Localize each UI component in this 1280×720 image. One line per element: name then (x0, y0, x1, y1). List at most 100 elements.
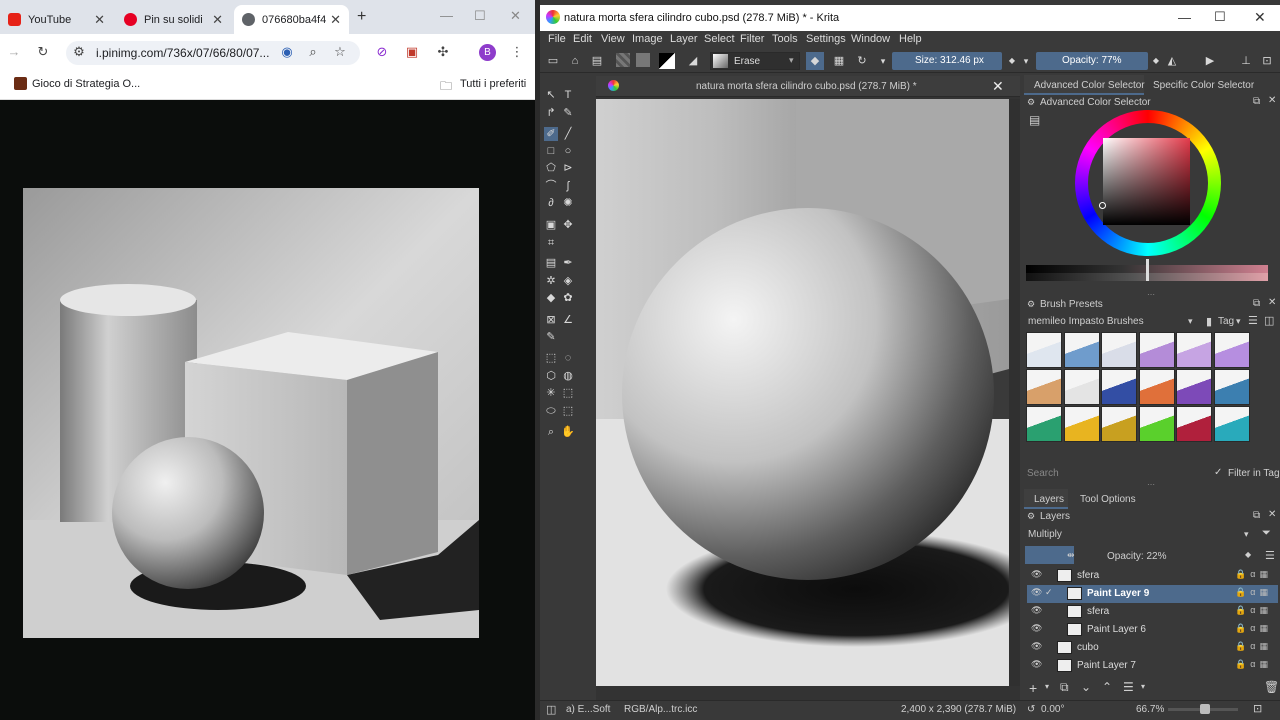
close-dock-icon[interactable]: ✕ (1268, 297, 1276, 308)
tab-tool-options[interactable]: Tool Options (1072, 489, 1146, 509)
save-icon[interactable]: ▤ (590, 54, 604, 68)
tab-pinterest[interactable]: Pin su solidi ✕ (116, 5, 231, 34)
visibility-eye-icon[interactable]: 👁 (1031, 605, 1042, 616)
rotation-icon[interactable]: ↺ (1027, 704, 1035, 715)
open-document-icon[interactable]: ⌂ (568, 54, 582, 68)
layer-row[interactable]: 👁 ✓ Paint Layer 9 🔒α▦ (1027, 585, 1278, 603)
brush-search-input[interactable]: Search (1027, 468, 1059, 479)
close-window-icon[interactable]: ✕ (510, 8, 521, 24)
chevron-down-icon[interactable]: ▾ (1188, 316, 1193, 327)
reload-icon[interactable]: ↻ (35, 44, 51, 60)
pattern-icon[interactable] (636, 53, 650, 67)
polygon-tool-icon[interactable]: ⬠ (544, 161, 558, 175)
close-icon[interactable]: ✕ (212, 12, 223, 28)
menu-edit[interactable]: Edit (573, 33, 592, 45)
chevron-down-icon[interactable]: ▾ (1236, 316, 1241, 327)
brush-preset-swatch[interactable] (1026, 332, 1062, 368)
brush-preset-swatch[interactable] (1176, 406, 1212, 442)
menu-layer[interactable]: Layer (670, 33, 698, 45)
menu-filter[interactable]: Filter (740, 33, 764, 45)
tab-image[interactable]: 076680ba4f4 ✕ (234, 5, 349, 34)
menu-help[interactable]: Help (899, 33, 922, 45)
opacity-slider[interactable]: Opacity: 77% (1036, 52, 1148, 70)
ellipse-tool-icon[interactable]: ○ (561, 144, 575, 158)
extension-block-icon[interactable]: ⊘ (374, 44, 390, 60)
smart-patch-icon[interactable]: ✲ (544, 274, 558, 288)
add-layer-icon[interactable]: + (1029, 680, 1037, 696)
menu-image[interactable]: Image (632, 33, 663, 45)
similar-select-icon[interactable]: ⬚ (561, 386, 575, 400)
assistant-tool-icon[interactable]: ⊠ (544, 313, 558, 327)
tab-specific-color[interactable]: Specific Color Selector (1145, 75, 1260, 95)
visibility-eye-icon[interactable]: 👁 (1031, 569, 1042, 580)
brush-preset-swatch[interactable] (1213, 406, 1250, 442)
brush-preset-swatch[interactable] (1138, 332, 1175, 368)
chevron-down-icon[interactable]: ▾ (1045, 682, 1049, 691)
brush-preset-swatch[interactable] (1063, 332, 1100, 368)
float-dock-icon[interactable]: ⧉ (1253, 96, 1260, 107)
dynamic-brush-icon[interactable]: ∂ (544, 196, 558, 210)
bookmark-star-icon[interactable]: ☆ (332, 44, 348, 60)
tag-icon[interactable]: ▮ (1206, 315, 1212, 328)
polygon-select-icon[interactable]: ⬡ (544, 369, 558, 383)
layer-row[interactable]: 👁 cubo 🔒α▦ (1027, 639, 1278, 657)
freehand-path-icon[interactable]: ʃ (561, 179, 575, 193)
filter-icon[interactable]: ⏷ (1262, 527, 1271, 540)
chevron-down-icon[interactable]: ▾ (1019, 54, 1033, 68)
canvas[interactable] (596, 99, 1009, 686)
lens-icon[interactable]: ◉ (279, 44, 295, 60)
blend-mode-select[interactable]: Erase ▾ (710, 52, 800, 70)
eraser-mode-icon[interactable]: ◆ (806, 52, 824, 70)
tab-advanced-color[interactable]: Advanced Color Selector (1024, 75, 1145, 95)
visibility-eye-icon[interactable]: 👁 (1031, 623, 1042, 634)
brush-preset-swatch[interactable] (1063, 369, 1100, 405)
tab-youtube[interactable]: YouTube ✕ (0, 5, 113, 34)
canvas-only-icon[interactable]: ⊡ (1260, 54, 1274, 68)
bezier-tool-icon[interactable]: ⌒ (544, 179, 558, 193)
delete-layer-icon[interactable]: 🗑 (1264, 680, 1279, 694)
splitter-handle[interactable]: ⋯ (1147, 290, 1155, 299)
stepper-icon[interactable]: ◆ (1149, 54, 1163, 68)
close-icon[interactable]: ✕ (330, 12, 341, 28)
brush-preset-swatch[interactable] (1138, 369, 1175, 405)
layer-flags-icons[interactable]: 🔒α▦ (1235, 587, 1272, 598)
menu-kebab-icon[interactable]: ⋮ (509, 44, 525, 60)
chevron-down-icon[interactable]: ▾ (1244, 529, 1249, 540)
layer-row[interactable]: 👁 Paint Layer 6 🔒α▦ (1027, 621, 1278, 639)
brush-preset-swatch[interactable] (1213, 369, 1250, 405)
fill-tool-icon[interactable]: ◈ (561, 274, 575, 288)
brush-settings-icon[interactable]: ⚙ (1027, 299, 1035, 310)
layer-flags-icons[interactable]: 🔒α▦ (1235, 605, 1272, 616)
bookmark-item[interactable]: Gioco di Strategia O... (32, 78, 140, 90)
all-bookmarks[interactable]: Tutti i preferiti (460, 78, 526, 90)
mirror-vertical-icon[interactable]: ▶ (1203, 54, 1217, 68)
wrap-around-icon[interactable]: ⊥ (1239, 54, 1253, 68)
layer-blend-mode[interactable]: Multiply (1028, 529, 1062, 540)
settings-icon[interactable]: ⚙ (1027, 97, 1035, 108)
new-document-icon[interactable]: ▭ (546, 54, 560, 68)
select-shapes-icon[interactable]: ↖ (544, 88, 558, 102)
view-menu-icon[interactable]: ☰ (1248, 314, 1258, 327)
bucket-fill-icon[interactable]: ◆ (544, 291, 558, 305)
vertical-scrollbar[interactable] (1009, 99, 1020, 686)
float-dock-icon[interactable]: ⧉ (1253, 298, 1260, 309)
profile-avatar[interactable]: B (479, 44, 496, 61)
magnetic-select-icon[interactable]: ⬚ (561, 404, 575, 418)
layer-row[interactable]: 👁 Paint Layer 7 🔒α▦ (1027, 657, 1278, 675)
transform-tool-icon[interactable]: ▣ (544, 218, 558, 232)
maximize-icon[interactable]: ☐ (1214, 9, 1226, 25)
minimize-icon[interactable]: — (440, 8, 453, 23)
measure-tool-icon[interactable]: ∠ (561, 313, 575, 327)
freehand-select-icon[interactable]: ◍ (561, 369, 575, 383)
site-settings-icon[interactable]: ⚙ (71, 44, 87, 60)
close-icon[interactable]: ✕ (992, 78, 1004, 95)
text-tool-icon[interactable]: T (561, 88, 575, 102)
ellipse-select-icon[interactable]: ◌ (561, 351, 575, 365)
splitter-handle[interactable]: ⋯ (1147, 480, 1155, 489)
reload-preset-icon[interactable]: ↻ (855, 54, 869, 68)
preserve-alpha-icon[interactable]: ▦ (832, 54, 846, 68)
brush-preset-swatch[interactable] (1101, 332, 1137, 368)
menu-window[interactable]: Window (851, 33, 890, 45)
menu-view[interactable]: View (601, 33, 625, 45)
reference-images-icon[interactable]: ✎ (544, 330, 558, 344)
